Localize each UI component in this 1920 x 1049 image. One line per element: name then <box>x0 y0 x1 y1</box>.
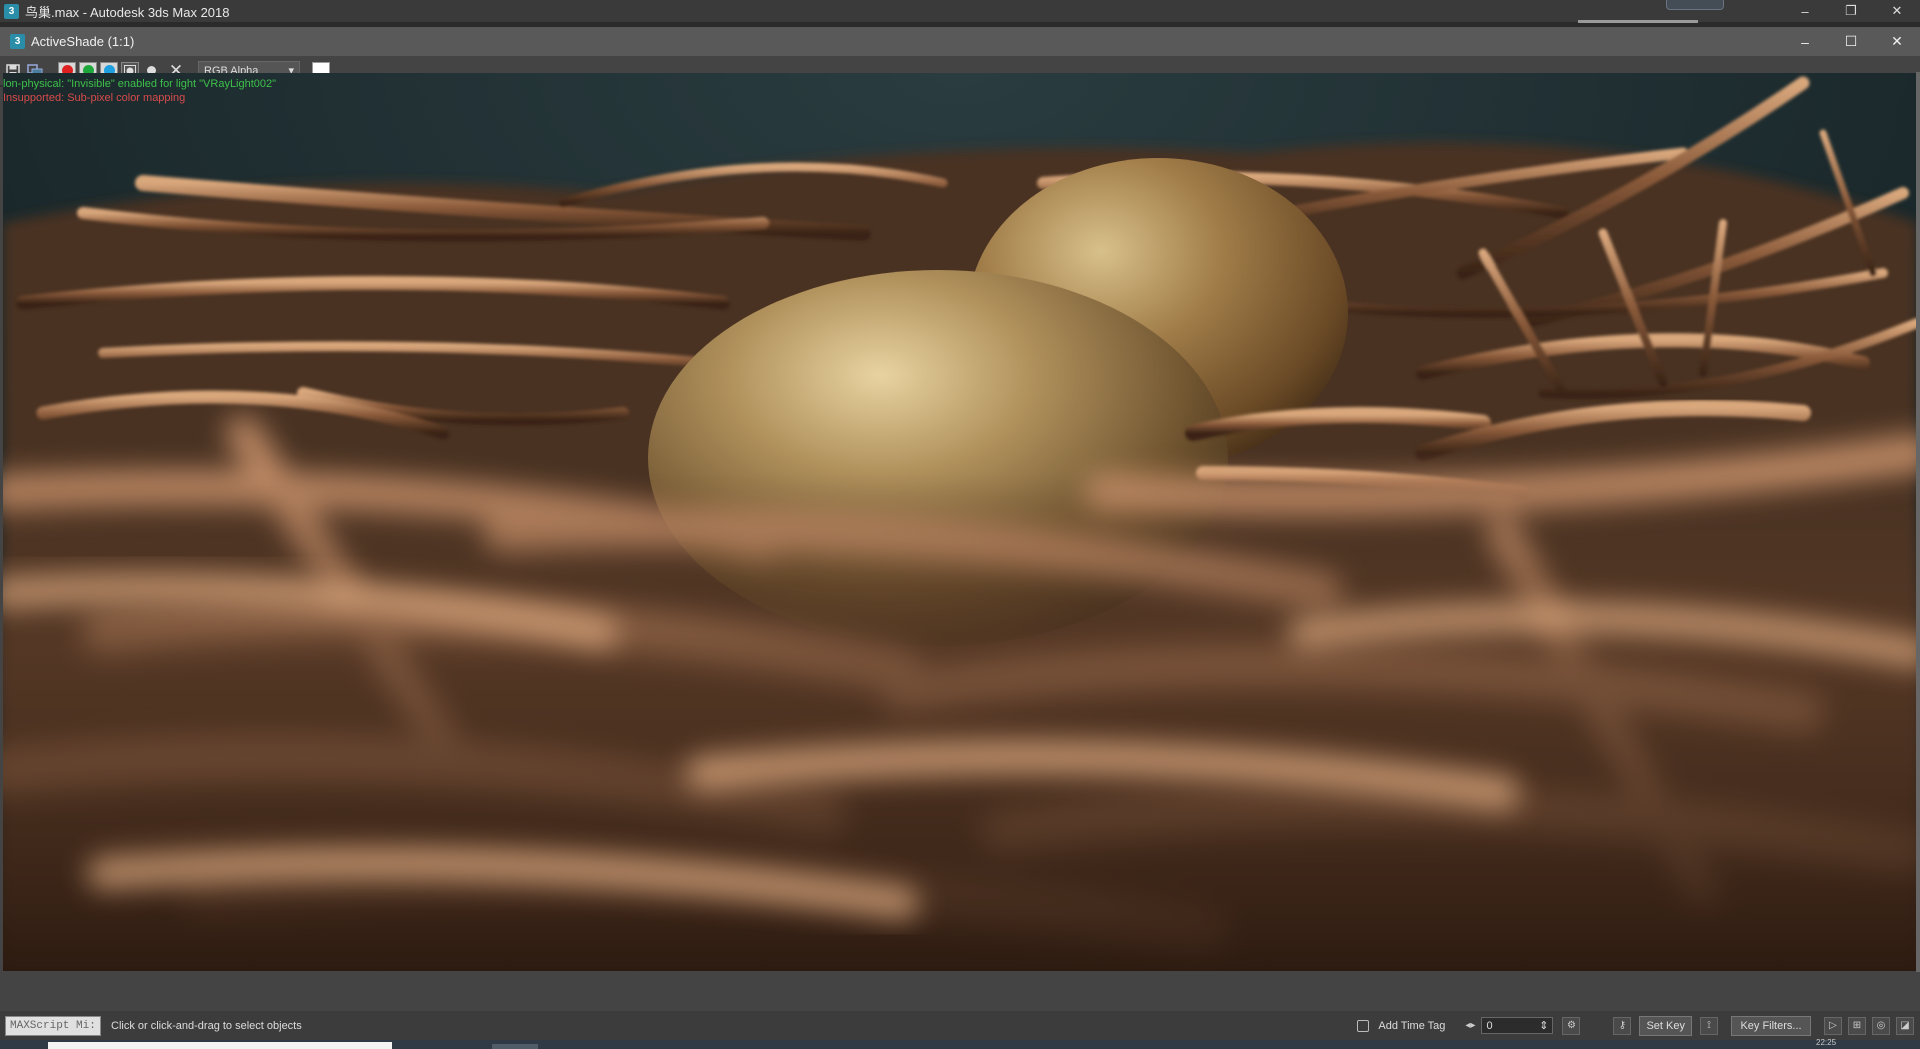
viewport-scrollbar[interactable] <box>1916 72 1920 972</box>
time-config-button[interactable]: ⚙ <box>1562 1016 1581 1035</box>
key-mode-arrows-icon[interactable]: ◂▸ <box>1465 1020 1475 1031</box>
maxscript-listener-input[interactable]: MAXScript Mi: <box>5 1015 101 1036</box>
current-frame-value: 0 <box>1486 1019 1493 1032</box>
title-progress-strip <box>1578 20 1698 23</box>
close-button[interactable]: ✕ <box>1874 0 1920 22</box>
app-title-bar: 3 鸟巢.max - Autodesk 3ds Max 2018 – ❐ ✕ <box>0 0 1920 23</box>
3dsmax-icon: 3 <box>10 34 25 49</box>
title-widget[interactable] <box>1666 0 1724 10</box>
taskbar-active-app[interactable] <box>492 1044 538 1049</box>
key-filters-button[interactable]: Key Filters... <box>1731 1015 1811 1036</box>
3dsmax-icon: 3 <box>4 3 19 19</box>
os-taskbar: 22:25 <box>0 1038 1920 1049</box>
nav-zoom-icon[interactable]: ⊞ <box>1848 1016 1866 1035</box>
key-mode-icon[interactable]: ⟟ <box>1700 1016 1718 1035</box>
render-image <box>3 73 1917 971</box>
play-icon[interactable]: ▷ <box>1824 1016 1842 1035</box>
time-tag-icon[interactable] <box>1357 1019 1370 1032</box>
minimize-button[interactable]: – <box>1782 0 1828 22</box>
activeshade-close-button[interactable]: ✕ <box>1874 27 1920 56</box>
nav-orbit-icon[interactable]: ◎ <box>1872 1016 1890 1035</box>
set-key-button[interactable]: Set Key <box>1639 1015 1692 1036</box>
render-error-message: Insupported: Sub-pixel color mapping <box>3 92 186 104</box>
spinner-arrows-icon[interactable]: ⇕ <box>1539 1019 1548 1032</box>
set-key-icon-button[interactable]: ⚷ <box>1613 1016 1632 1035</box>
activeshade-title-bar[interactable]: 3 ActiveShade (1:1) – ☐ ✕ <box>0 27 1920 56</box>
current-frame-spinner[interactable]: 0 ⇕ <box>1481 1017 1554 1034</box>
app-window: 3 鸟巢.max - Autodesk 3ds Max 2018 – ❐ ✕ 3… <box>0 0 1920 1049</box>
status-prompt: Click or click-and-drag to select object… <box>111 1019 302 1032</box>
render-viewport[interactable]: lon-physical: "Invisible" enabled for li… <box>3 73 1917 971</box>
restore-button[interactable]: ❐ <box>1828 0 1874 22</box>
render-warning-message: lon-physical: "Invisible" enabled for li… <box>3 78 277 90</box>
maximize-viewport-icon[interactable]: ◪ <box>1896 1016 1914 1035</box>
status-bar: MAXScript Mi: Click or click-and-drag to… <box>0 1011 1920 1040</box>
taskbar-search-box[interactable] <box>48 1042 392 1049</box>
activeshade-maximize-button[interactable]: ☐ <box>1828 27 1874 56</box>
add-time-tag-button[interactable]: Add Time Tag <box>1378 1020 1445 1032</box>
activeshade-minimize-button[interactable]: – <box>1782 27 1828 56</box>
app-title: 鸟巢.max - Autodesk 3ds Max 2018 <box>25 4 230 20</box>
taskbar-clock: 22:25 <box>1816 1038 1837 1047</box>
activeshade-title: ActiveShade (1:1) <box>31 34 135 49</box>
